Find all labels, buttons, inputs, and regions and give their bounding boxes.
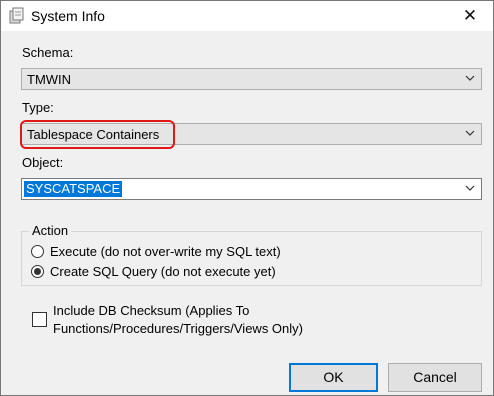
cancel-button[interactable]: Cancel <box>388 363 482 392</box>
schema-value: TMWIN <box>27 72 72 87</box>
object-combobox[interactable]: SYSCATSPACE <box>21 178 482 200</box>
window-title: System Info <box>31 8 105 24</box>
schema-label: Schema: <box>22 45 74 60</box>
create-sql-query-radio[interactable] <box>31 265 44 278</box>
type-label: Type: <box>22 100 54 115</box>
close-icon: ✕ <box>462 6 478 25</box>
execute-radio[interactable] <box>31 245 44 258</box>
chevron-down-icon <box>465 130 475 136</box>
schema-select[interactable]: TMWIN <box>21 68 482 90</box>
checksum-label-line2[interactable]: Functions/Procedures/Triggers/Views Only… <box>53 321 303 336</box>
close-button[interactable]: ✕ <box>447 1 493 31</box>
title-bar: System Info ✕ <box>1 1 493 31</box>
include-db-checksum-checkbox[interactable] <box>32 312 47 327</box>
type-highlight-annotation <box>20 120 175 149</box>
object-label: Object: <box>22 155 64 170</box>
execute-radio-label[interactable]: Execute (do not over-write my SQL text) <box>50 244 281 259</box>
action-legend: Action <box>29 223 72 238</box>
ok-button[interactable]: OK <box>289 363 378 392</box>
checksum-label-line1[interactable]: Include DB Checksum (Applies To <box>53 303 249 318</box>
chevron-down-icon[interactable] <box>465 183 475 195</box>
system-info-dialog: System Info ✕ Schema: TMWIN Type: Tables… <box>0 0 494 396</box>
database-info-icon <box>9 7 24 24</box>
chevron-down-icon <box>465 75 475 81</box>
object-value[interactable]: SYSCATSPACE <box>24 181 123 197</box>
create-sql-query-radio-label[interactable]: Create SQL Query (do not execute yet) <box>50 264 276 279</box>
radio-selected-dot <box>34 268 41 275</box>
